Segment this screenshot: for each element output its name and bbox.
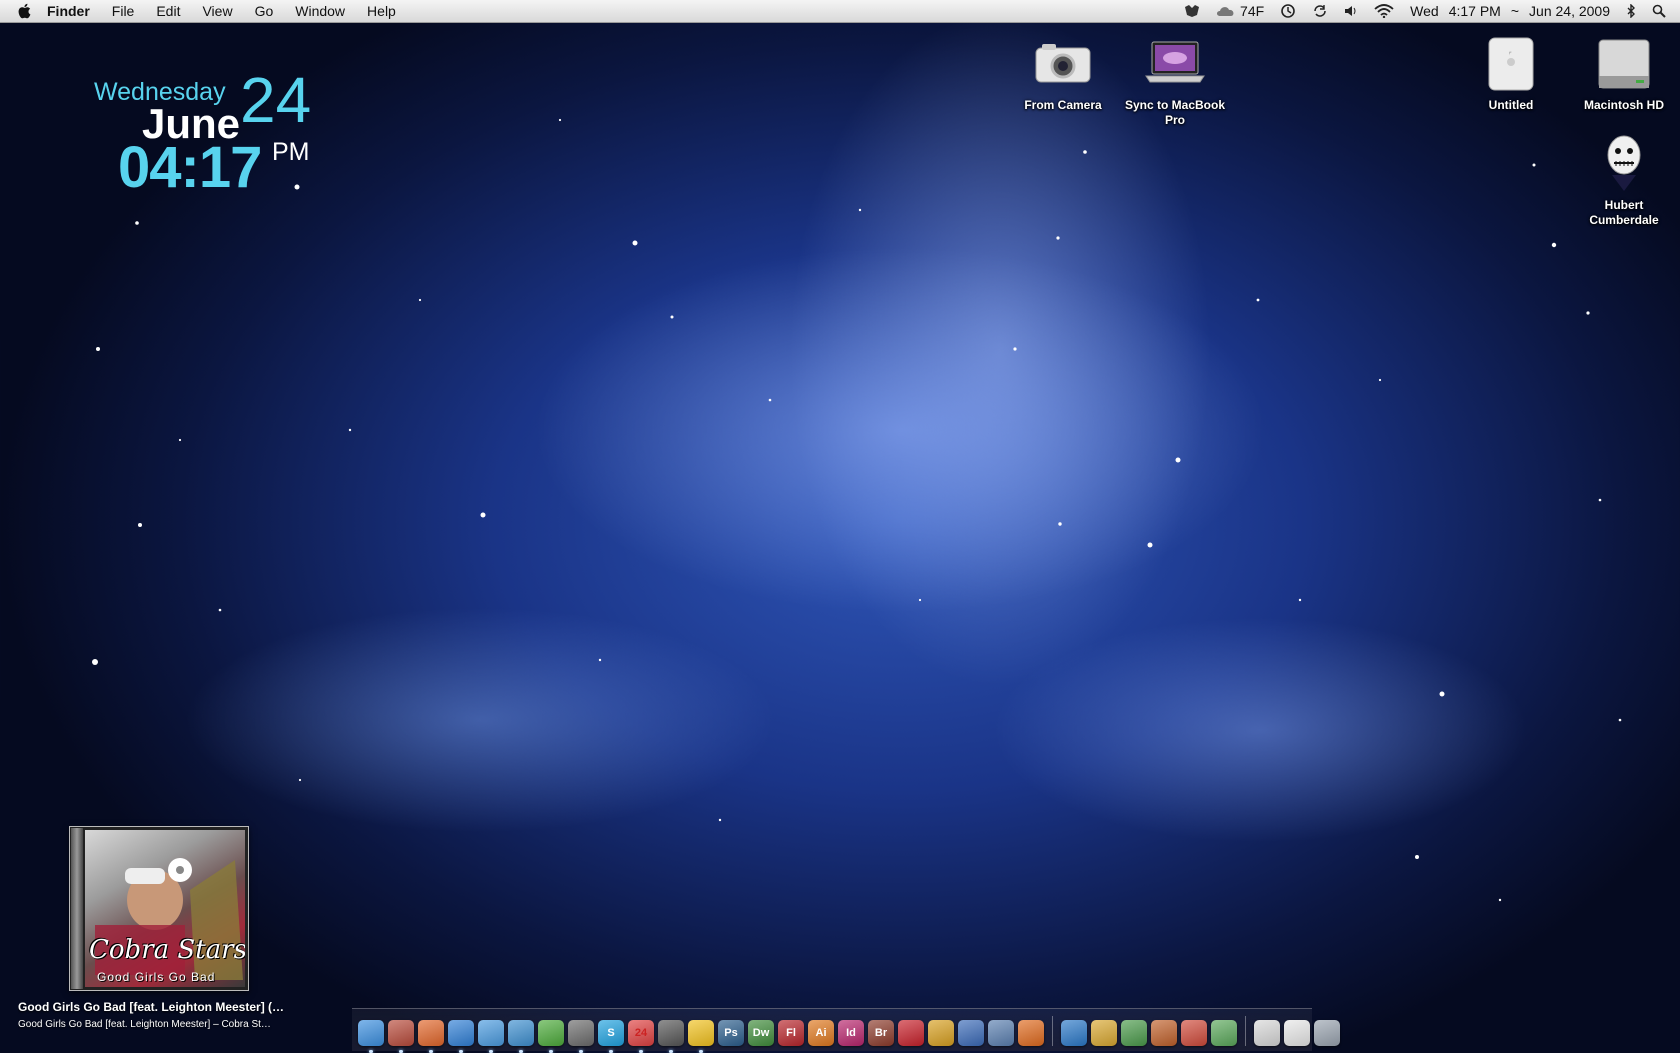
growl-icon[interactable] — [1176, 4, 1208, 18]
spotlight-search-icon[interactable] — [1644, 4, 1680, 18]
dock-tweetie-icon[interactable] — [508, 1020, 534, 1053]
dock-itunes-icon[interactable] — [478, 1020, 504, 1053]
menu-file[interactable]: File — [101, 0, 146, 22]
now-playing-subtitle: Good Girls Go Bad [feat. Leighton Meeste… — [18, 1019, 271, 1030]
desktop-icon-label: Sync to MacBook Pro — [1124, 98, 1226, 127]
cd-case: Cobra Starship Good Girls Go Bad — [69, 826, 249, 991]
album-cover: Cobra Starship Good Girls Go Bad — [85, 830, 245, 987]
dock-items: S 24 Ps Dw Fl Ai Id Br — [356, 1012, 1342, 1053]
macbook-pro-icon — [1120, 34, 1230, 94]
dock-indesign-icon[interactable]: Id — [838, 1020, 864, 1046]
menu-edit[interactable]: Edit — [145, 0, 191, 22]
desktop-icon-label: Untitled — [1488, 98, 1534, 112]
hard-drive-icon — [1569, 34, 1679, 94]
album-art-widget[interactable]: Cobra Starship Good Girls Go Bad — [69, 826, 249, 991]
dock-umbrella-app-icon[interactable] — [1181, 1020, 1207, 1046]
album-title: Good Girls Go Bad — [97, 970, 216, 984]
dock-rss-icon[interactable] — [1018, 1020, 1044, 1046]
dock-contacts-icon[interactable] — [1211, 1020, 1237, 1046]
volume-icon[interactable] — [1336, 4, 1366, 18]
bluetooth-icon[interactable] — [1618, 4, 1644, 18]
desktop-icon-label: From Camera — [1024, 98, 1102, 112]
cloud-icon — [1217, 7, 1234, 17]
wifi-icon[interactable] — [1366, 4, 1402, 18]
menu-view[interactable]: View — [191, 0, 243, 22]
clock-time: 4:17 PM — [1448, 3, 1501, 19]
dock-network-icon[interactable] — [1121, 1020, 1147, 1046]
desktop-icon-label: Hubert Cumberdale — [1589, 198, 1659, 227]
menu-window[interactable]: Window — [284, 0, 356, 22]
dock-icon-label: S — [607, 1027, 615, 1039]
time-machine-icon[interactable] — [1272, 3, 1304, 19]
dock-skype-icon[interactable]: S — [598, 1020, 624, 1053]
dock-fireworks-icon[interactable] — [928, 1020, 954, 1046]
dock-icon-label: Ai — [815, 1027, 827, 1039]
dock-preview-icon[interactable] — [988, 1020, 1014, 1046]
desktop-icon-macintosh-hd[interactable]: Macintosh HD — [1569, 34, 1679, 113]
desktop-icon-from-camera[interactable]: From Camera — [1008, 34, 1118, 113]
menu-go[interactable]: Go — [244, 0, 285, 22]
dock-transmission-icon[interactable] — [658, 1020, 684, 1053]
desktop-icon-sync-macbook[interactable]: Sync to MacBook Pro — [1120, 34, 1230, 128]
dock-cyberduck-icon[interactable] — [688, 1020, 714, 1053]
dock-separator — [1052, 1016, 1053, 1046]
dock-icon-label: 24 — [634, 1027, 648, 1039]
menu-finder[interactable]: Finder — [36, 0, 101, 22]
dock-flash-icon[interactable]: Fl — [778, 1020, 804, 1046]
desktop-icon-label: Macintosh HD — [1583, 98, 1664, 112]
cd-spine — [71, 828, 83, 989]
camera-icon — [1008, 34, 1118, 94]
menubar-clock[interactable]: Wed 4:17 PM ~ Jun 24, 2009 — [1402, 0, 1618, 22]
dock-icon-label: Fl — [786, 1027, 796, 1039]
dock-mail-stamp-icon[interactable] — [568, 1020, 594, 1053]
album-band-name: Cobra Starship — [89, 935, 245, 965]
weather-temp: 74F — [1240, 3, 1265, 19]
dock-cube-app-icon[interactable] — [1151, 1020, 1177, 1046]
dock-dreamweaver-icon[interactable]: Dw — [748, 1020, 774, 1046]
now-playing: Good Girls Go Bad [feat. Leighton Meeste… — [18, 1000, 323, 1030]
weather-menu[interactable]: 74F — [1208, 0, 1272, 22]
dock-mail-icon[interactable] — [388, 1020, 414, 1053]
dock-icon-label: Id — [846, 1027, 856, 1039]
sync-icon[interactable] — [1304, 3, 1336, 19]
dock-ical-icon[interactable]: 24 — [628, 1020, 654, 1053]
apple-menu-icon[interactable] — [14, 0, 36, 22]
desktop-icon-hubert-cumberdale[interactable]: Hubert Cumberdale — [1569, 134, 1679, 228]
widget-day: 24 — [240, 64, 312, 136]
dock-safari-icon[interactable] — [448, 1020, 474, 1053]
widget-ampm: PM — [272, 138, 310, 166]
dock-doc-1-icon[interactable] — [1254, 1020, 1280, 1046]
dock-firefox-icon[interactable] — [418, 1020, 444, 1053]
dock-script-editor-icon[interactable] — [1091, 1020, 1117, 1046]
dock-bird-app-icon[interactable] — [1061, 1020, 1087, 1046]
dock-acrobat-icon[interactable] — [898, 1020, 924, 1046]
dock-finder-icon[interactable] — [358, 1020, 384, 1053]
puppet-icon — [1569, 134, 1679, 194]
dock-separator — [1245, 1016, 1246, 1046]
clock-widget: Wednesday 24 June 04:17 PM — [90, 68, 330, 200]
now-playing-track: Good Girls Go Bad [feat. Leighton Meeste… — [18, 1000, 285, 1014]
dock-doc-2-icon[interactable] — [1284, 1020, 1310, 1046]
dock-photoshop-icon[interactable]: Ps — [718, 1020, 744, 1046]
clock-day: Wed — [1410, 3, 1439, 19]
dock-icon-label: Dw — [752, 1027, 770, 1039]
menu-bar: Finder File Edit View Go Window Help 74F… — [0, 0, 1680, 23]
dock-bridge-icon[interactable]: Br — [868, 1020, 894, 1046]
dock-xcode-icon[interactable] — [958, 1020, 984, 1046]
clock-date: Jun 24, 2009 — [1529, 3, 1610, 19]
desktop-icon-untitled[interactable]: Untitled — [1456, 34, 1566, 113]
clock-separator: ~ — [1510, 3, 1520, 19]
dock-icon-label: Ps — [724, 1027, 738, 1039]
dock-illustrator-icon[interactable]: Ai — [808, 1020, 834, 1046]
dock-trash-icon[interactable] — [1314, 1020, 1340, 1046]
dock-adium-icon[interactable] — [538, 1020, 564, 1053]
disk-icon — [1456, 34, 1566, 94]
widget-time: 04:17 — [118, 135, 262, 200]
menu-help[interactable]: Help — [356, 0, 407, 22]
dock-icon-label: Br — [874, 1027, 888, 1039]
